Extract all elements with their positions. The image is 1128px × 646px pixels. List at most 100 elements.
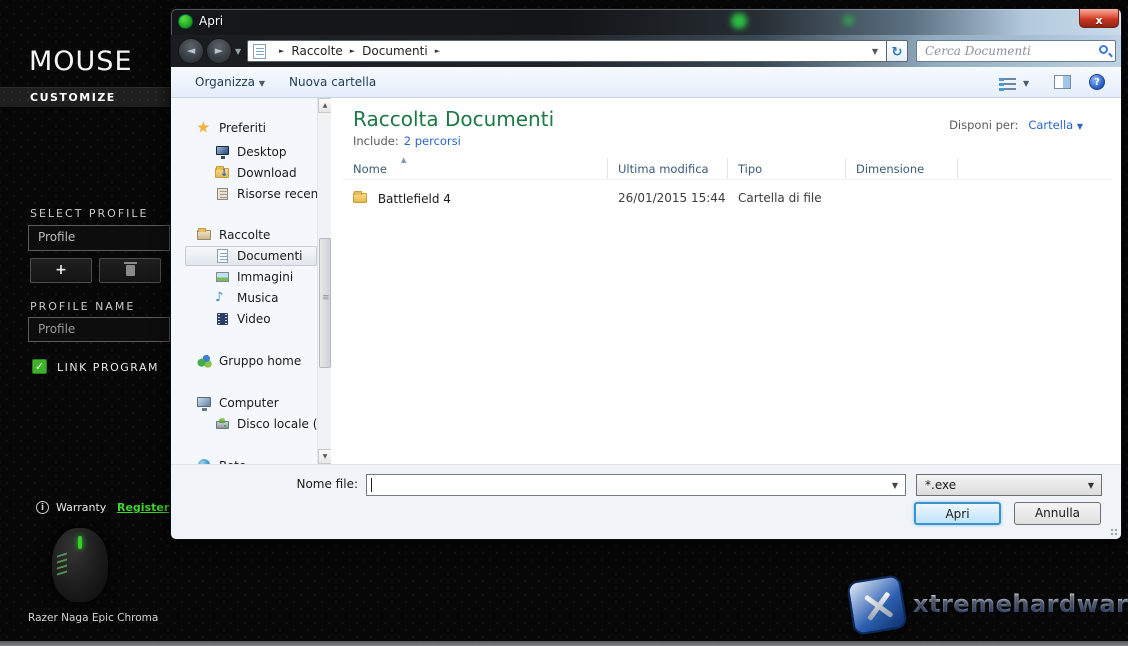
file-name-cell: Battlefield 4: [343, 190, 608, 206]
table-row[interactable]: Battlefield 4 26/01/2015 15:44 Cartella …: [343, 187, 1111, 208]
views-icon[interactable]: [999, 78, 1016, 91]
sort-ascending-icon: ▲: [401, 156, 406, 164]
delete-profile-button[interactable]: [99, 258, 161, 283]
organize-menu-button[interactable]: Organizza ▼: [195, 75, 265, 89]
address-dropdown-icon[interactable]: ▼: [872, 47, 878, 56]
breadcrumb-raccolte[interactable]: Raccolte: [291, 44, 342, 58]
sidebar-item-musica[interactable]: ♪ Musica: [215, 288, 279, 308]
sidebar-item-download[interactable]: ↓ Download: [215, 163, 297, 183]
filetype-select[interactable]: *.exe ▼: [916, 474, 1102, 496]
sidebar-item-risorse-recenti[interactable]: Risorse recenti: [215, 184, 326, 204]
breadcrumb-separator-icon: ►: [435, 47, 440, 55]
text-caret: [371, 478, 372, 492]
sidebar-item-video[interactable]: Video: [215, 309, 271, 329]
razer-app-icon: [178, 14, 193, 29]
page-title: MOUSE: [29, 46, 133, 77]
watermark-text: xtremehardware.com: [913, 590, 1128, 618]
sidebar-item-label: Desktop: [237, 145, 287, 159]
refresh-button[interactable]: ↻: [886, 40, 908, 62]
add-profile-button[interactable]: +: [30, 258, 92, 283]
column-header-dimensione[interactable]: Dimensione: [846, 158, 958, 179]
sidebar-item-desktop[interactable]: Desktop: [215, 142, 287, 162]
sidebar-item-label: Preferiti: [219, 121, 266, 135]
sidebar-item-immagini[interactable]: Immagini: [215, 267, 293, 287]
background-green-dot: [731, 13, 747, 29]
sidebar-item-label: Immagini: [237, 270, 293, 284]
sidebar-item-computer[interactable]: Computer: [197, 393, 279, 413]
sidebar-scrollbar[interactable]: ▲ ▼: [317, 98, 331, 464]
music-icon: ♪: [215, 290, 231, 306]
column-header-ultima-modifica[interactable]: Ultima modifica: [608, 158, 728, 179]
search-icon: [1099, 45, 1108, 54]
filename-label: Nome file:: [286, 477, 358, 491]
views-dropdown-icon[interactable]: ▼: [1023, 79, 1029, 88]
check-icon: ✓: [35, 360, 44, 373]
close-button[interactable]: x: [1079, 9, 1119, 28]
filename-input[interactable]: ▼: [366, 474, 906, 496]
computer-icon: [197, 395, 213, 411]
breadcrumb-documenti[interactable]: Documenti: [362, 44, 428, 58]
background-green-dot-small: [843, 15, 854, 26]
file-modified-cell: 26/01/2015 15:44: [608, 191, 728, 205]
search-input[interactable]: Cerca Documenti: [916, 40, 1116, 62]
file-name: Battlefield 4: [378, 192, 451, 206]
scroll-up-icon[interactable]: ▲: [318, 98, 332, 113]
xtremehardware-logo-icon: [846, 574, 908, 636]
desktop-icon: [215, 144, 231, 160]
sidebar-item-label: Download: [237, 166, 297, 180]
organize-label: Organizza: [195, 75, 255, 89]
open-button[interactable]: Apri: [914, 502, 1001, 525]
back-button[interactable]: ◄: [178, 38, 204, 64]
breadcrumb-separator-icon: ►: [279, 47, 284, 55]
help-icon[interactable]: ?: [1089, 74, 1105, 90]
new-folder-button[interactable]: Nuova cartella: [289, 75, 376, 89]
sidebar-item-label: Video: [237, 312, 271, 326]
profile-select[interactable]: Profile: [28, 225, 170, 251]
navigation-pane: ★ Preferiti Desktop ↓ Download Risorse r…: [171, 98, 317, 464]
plus-icon: +: [55, 262, 67, 278]
scroll-down-icon[interactable]: ▼: [318, 449, 332, 464]
warranty-label[interactable]: Warranty: [56, 501, 106, 514]
column-label: Dimensione: [856, 162, 924, 176]
include-paths-link[interactable]: 2 percorsi: [404, 134, 461, 148]
sidebar-item-preferiti[interactable]: ★ Preferiti: [197, 118, 266, 138]
dialog-toolbar: Organizza ▼ Nuova cartella ▼ ?: [171, 67, 1122, 98]
link-program-checkbox[interactable]: ✓: [32, 359, 47, 374]
arrange-value: Cartella: [1028, 118, 1073, 132]
register-link[interactable]: Register: [117, 501, 169, 514]
filename-dropdown-icon[interactable]: ▼: [892, 481, 898, 490]
sidebar-item-documenti[interactable]: Documenti: [215, 246, 303, 266]
navigation-bar: ◄ ► ▼ ► Raccolte ► Documenti ► ▼ ↻ Cerca…: [171, 35, 1122, 67]
column-header-row: ▲ Nome Ultima modifica Tipo Dimensione: [343, 158, 1111, 180]
link-program-label: LINK PROGRAM: [57, 361, 159, 374]
include-line: Include: 2 percorsi: [353, 134, 461, 148]
column-header-nome[interactable]: ▲ Nome: [343, 158, 608, 179]
profile-name-input[interactable]: Profile: [28, 317, 170, 342]
cancel-button[interactable]: Annulla: [1014, 502, 1101, 525]
select-profile-label: SELECT PROFILE: [30, 207, 149, 220]
scrollbar-thumb[interactable]: [319, 238, 331, 368]
sidebar-item-gruppo-home[interactable]: Gruppo home: [197, 351, 301, 371]
local-disk-icon: [215, 416, 231, 432]
arrange-by-control[interactable]: Disponi per:Cartella ▼: [949, 118, 1083, 132]
forward-button[interactable]: ►: [206, 38, 232, 64]
info-icon: i: [36, 501, 49, 514]
include-label: Include:: [353, 134, 399, 148]
preview-pane-icon[interactable]: [1054, 75, 1071, 89]
bottom-edge: [0, 641, 1128, 646]
open-file-dialog: Apri x ◄ ► ▼ ► Raccolte ► Documenti ► ▼: [170, 8, 1122, 540]
filetype-value: *.exe: [925, 478, 956, 492]
back-arrow-icon: ◄: [187, 44, 195, 57]
breadcrumb-separator-icon: ►: [350, 47, 355, 55]
sidebar-item-label: Documenti: [237, 249, 303, 263]
column-label: Ultima modifica: [618, 162, 709, 176]
dialog-titlebar[interactable]: Apri x: [171, 9, 1121, 35]
resize-grip[interactable]: [1110, 528, 1119, 537]
address-bar[interactable]: ► Raccolte ► Documenti ► ▼: [247, 40, 886, 62]
column-header-tipo[interactable]: Tipo: [728, 158, 846, 179]
sidebar-item-raccolte[interactable]: Raccolte: [197, 225, 270, 245]
sidebar-item-label: Raccolte: [219, 228, 270, 242]
tab-customize[interactable]: CUSTOMIZE: [0, 87, 170, 108]
dialog-title: Apri: [199, 14, 223, 28]
history-dropdown-icon[interactable]: ▼: [235, 47, 241, 56]
